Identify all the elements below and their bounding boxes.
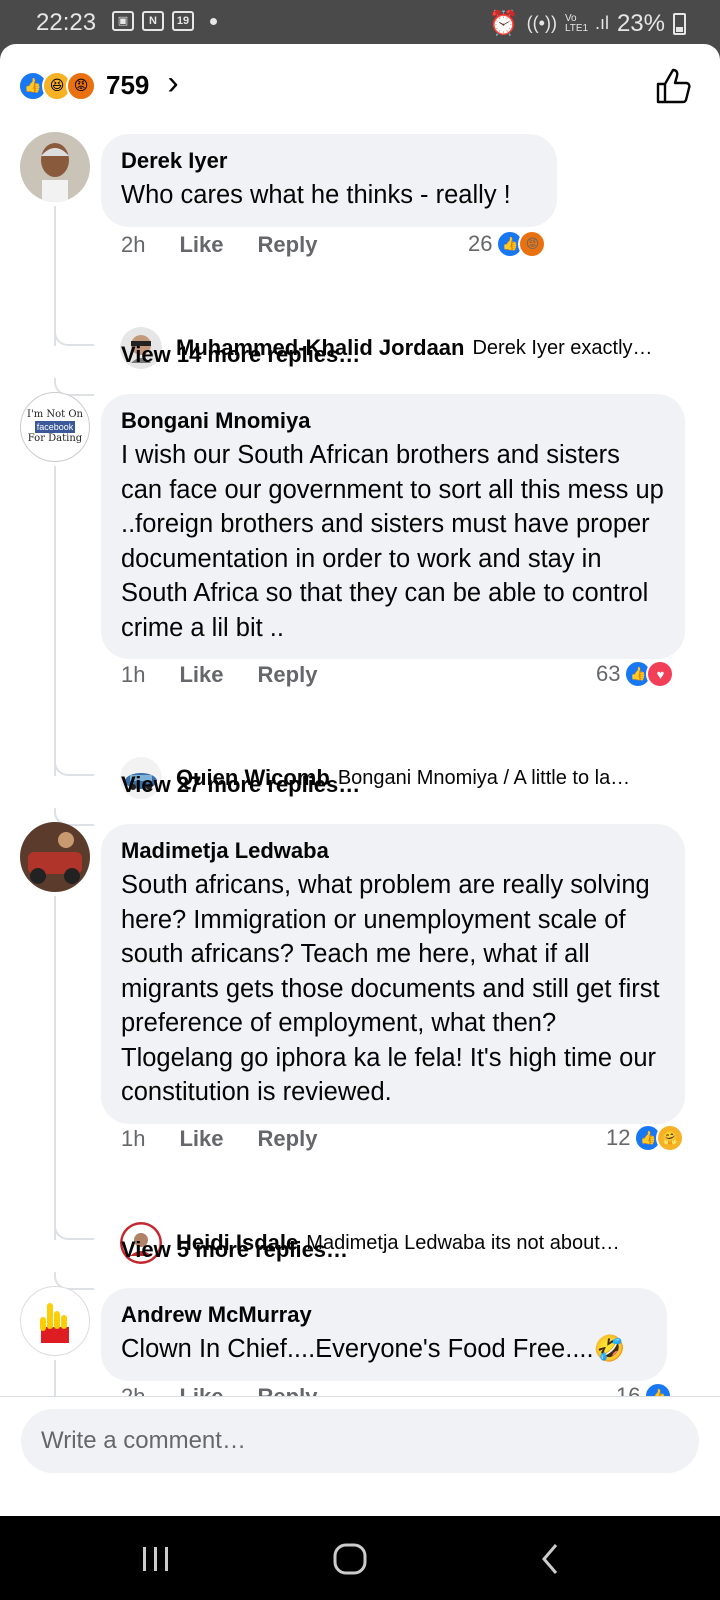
avatar[interactable] <box>20 132 90 202</box>
comment-text: South africans, what problem are really … <box>121 871 660 1106</box>
reply-button[interactable]: Reply <box>258 232 318 258</box>
comment-author[interactable]: Madimetja Ledwaba <box>121 838 665 864</box>
reply-text: Derek Iyer exactly… <box>472 336 653 359</box>
recent-apps-button[interactable] <box>136 1542 176 1576</box>
comment-actions: 1h Like Reply <box>121 662 351 688</box>
avatar-photo <box>40 1303 69 1343</box>
comment-bubble[interactable]: Derek Iyer Who cares what he thinks - re… <box>101 134 557 227</box>
comment-bubble[interactable]: Andrew McMurray Clown In Chief....Everyo… <box>101 1288 667 1381</box>
comment-reaction-count[interactable]: 26 👍 😡 <box>468 230 547 258</box>
thread-line <box>54 206 56 346</box>
avatar[interactable] <box>20 1286 90 1356</box>
reactions-header: 👍 😆 😡 759 › <box>0 44 720 128</box>
thread-line <box>54 1360 56 1400</box>
like-post-icon[interactable] <box>654 66 694 106</box>
signal-bars-icon: .ıl <box>594 13 609 33</box>
comment-reaction-count[interactable]: 12 👍 🤗 <box>606 1124 685 1152</box>
comment-actions: 1h Like Reply <box>121 1126 351 1152</box>
battery-icon <box>673 12 686 35</box>
gallery-notification-icon: ▣ <box>112 11 134 31</box>
comment-text: I wish our South African brothers and si… <box>121 441 664 642</box>
like-button[interactable]: Like <box>179 1126 223 1152</box>
avatar-photo <box>20 132 90 202</box>
care-reaction-icon: 🤗 <box>656 1124 685 1152</box>
avatar-badge: I'm Not On facebook For Dating <box>27 409 83 444</box>
thread-connector <box>54 1222 94 1240</box>
comments-sheet: 👍 😆 😡 759 › Derek Iyer Who cares what he… <box>0 44 720 1516</box>
recent-apps-icon <box>143 1547 168 1571</box>
back-button[interactable] <box>530 1542 570 1576</box>
comment-age[interactable]: 1h <box>121 1126 145 1152</box>
comment-text: Who cares what he thinks - really ! <box>121 181 511 209</box>
comment-author[interactable]: Andrew McMurray <box>121 1302 647 1328</box>
comment-bubble[interactable]: Madimetja Ledwaba South africans, what p… <box>101 824 685 1124</box>
battery-percent: 23% <box>616 9 665 37</box>
reply-button[interactable]: Reply <box>258 1126 318 1152</box>
comment-actions: 2h Like Reply <box>121 232 351 258</box>
back-icon <box>542 1544 558 1574</box>
wifi-icon: ((•)) <box>526 13 557 33</box>
comment-input[interactable]: Write a comment… <box>21 1409 699 1473</box>
view-more-replies-link[interactable]: View 27 more replies… <box>121 772 360 798</box>
comment-author[interactable]: Derek Iyer <box>121 148 537 174</box>
comment-reaction-count[interactable]: 63 👍 ♥ <box>596 660 675 688</box>
love-reaction-icon: ♥ <box>646 660 675 688</box>
home-icon <box>333 1543 367 1575</box>
view-more-replies-link[interactable]: View 5 more replies… <box>121 1237 348 1263</box>
avatar-photo <box>20 822 90 892</box>
comment-text: Clown In Chief....Everyone's Food Free..… <box>121 1335 626 1363</box>
comment-bubble[interactable]: Bongani Mnomiya I wish our South African… <box>101 394 685 659</box>
status-time: 22:23 <box>36 9 97 36</box>
like-button[interactable]: Like <box>179 662 223 688</box>
angry-reaction-icon: 😡 <box>66 70 96 101</box>
reaction-count: 759 <box>106 70 150 100</box>
avatar[interactable]: I'm Not On facebook For Dating <box>20 392 90 462</box>
more-notifications-dot <box>210 17 217 25</box>
comment-author[interactable]: Bongani Mnomiya <box>121 408 665 434</box>
comment-composer-bar: Write a comment… <box>0 1396 720 1516</box>
alarm-icon: ⏰ <box>488 10 519 37</box>
view-more-replies-link[interactable]: View 14 more replies… <box>121 342 360 368</box>
reply-text: Madimetja Ledwaba its not about… <box>306 1231 620 1254</box>
calendar-notification-icon: 19 <box>172 11 194 31</box>
thread-connector <box>54 758 94 776</box>
status-bar: 22:23 ▣ N 19 ⏰ ((•)) Vo LTE1 .ıl 23% <box>0 0 720 46</box>
thread-line <box>54 896 56 1240</box>
like-button[interactable]: Like <box>179 232 223 258</box>
home-button[interactable] <box>330 1542 370 1576</box>
reply-text: Bongani Mnomiya / A little to la… <box>337 766 631 789</box>
angry-reaction-icon: 😡 <box>518 230 547 258</box>
chevron-right-icon: › <box>167 64 179 102</box>
thread-connector <box>54 328 94 346</box>
system-nav-bar <box>0 1516 720 1600</box>
comment-age[interactable]: 2h <box>121 232 145 258</box>
reactions-summary[interactable]: 👍 😆 😡 759 › <box>18 64 179 103</box>
thread-line <box>54 466 56 776</box>
avatar[interactable] <box>20 822 90 892</box>
reply-button[interactable]: Reply <box>258 662 318 688</box>
netflix-notification-icon: N <box>142 11 164 31</box>
comment-age[interactable]: 1h <box>121 662 145 688</box>
signal-label: Vo LTE1 <box>564 12 589 34</box>
